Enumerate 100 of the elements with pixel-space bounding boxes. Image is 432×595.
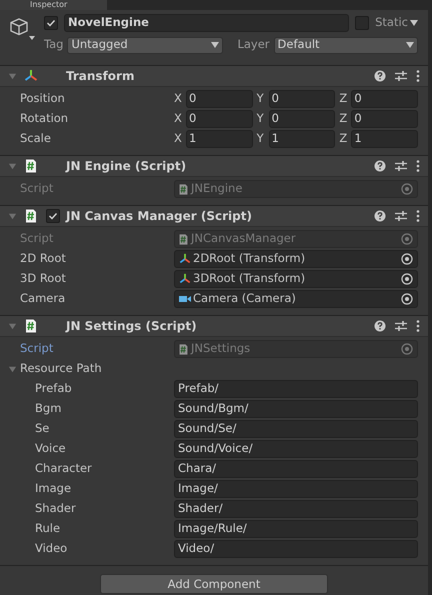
more-icon[interactable] bbox=[416, 210, 420, 222]
component-title: JN Engine (Script) bbox=[64, 158, 188, 175]
number-field[interactable]: 1 bbox=[186, 130, 253, 148]
field-label: 3D Root bbox=[20, 270, 66, 288]
field-label: Rotation bbox=[20, 110, 68, 128]
component-header[interactable]: JN Canvas Manager (Script) bbox=[0, 205, 428, 227]
field-label: Position bbox=[20, 90, 65, 108]
axis-label: X bbox=[174, 110, 183, 128]
component-title: JN Settings (Script) bbox=[64, 318, 198, 335]
script-icon bbox=[178, 184, 189, 194]
more-icon[interactable] bbox=[416, 160, 420, 172]
text-field[interactable]: Video/ bbox=[174, 540, 418, 558]
field-label: Video bbox=[35, 540, 68, 558]
axis-label: X bbox=[174, 130, 183, 148]
add-component-button[interactable]: Add Component bbox=[100, 574, 328, 594]
axis-label: Z bbox=[339, 130, 348, 148]
tag-dropdown[interactable]: Untagged bbox=[67, 36, 224, 54]
script-icon bbox=[24, 159, 38, 173]
enable-checkbox[interactable] bbox=[46, 209, 60, 223]
component-header[interactable]: Transform bbox=[0, 65, 428, 87]
number-field[interactable]: 0 bbox=[268, 110, 336, 128]
field-label: Se bbox=[35, 420, 50, 438]
script-icon bbox=[24, 319, 38, 333]
inspector-tab[interactable]: Inspector bbox=[0, 0, 108, 10]
dropdown-arrow-icon bbox=[211, 42, 220, 48]
text-field[interactable]: Shader/ bbox=[174, 500, 418, 518]
axis-label: Y bbox=[256, 90, 265, 108]
help-icon[interactable] bbox=[374, 160, 386, 172]
help-icon[interactable] bbox=[374, 210, 386, 222]
checkmark-icon bbox=[46, 18, 56, 28]
axis-label: Z bbox=[339, 90, 348, 108]
component-title: JN Canvas Manager (Script) bbox=[64, 208, 253, 225]
dropdown-arrow-icon bbox=[410, 20, 418, 26]
number-field[interactable]: 0 bbox=[351, 110, 418, 128]
script-field: JNCanvasManager bbox=[174, 230, 418, 248]
help-icon[interactable] bbox=[374, 320, 386, 332]
text-field[interactable]: Sound/Se/ bbox=[174, 420, 418, 438]
field-label: Scale bbox=[20, 130, 51, 148]
help-icon[interactable] bbox=[374, 70, 386, 82]
field-label: Bgm bbox=[35, 400, 62, 418]
active-checkbox[interactable] bbox=[44, 16, 58, 30]
object-picker-icon[interactable] bbox=[401, 253, 413, 265]
axis-label: Z bbox=[339, 110, 348, 128]
object-field[interactable]: 3DRoot (Transform) bbox=[174, 270, 418, 288]
field-label: Camera bbox=[20, 290, 66, 308]
object-field[interactable]: Camera (Camera) bbox=[174, 290, 418, 308]
text-field[interactable]: Chara/ bbox=[174, 460, 418, 478]
sliders-icon[interactable] bbox=[395, 210, 407, 222]
text-field[interactable]: Sound/Bgm/ bbox=[174, 400, 418, 418]
object-field[interactable]: 2DRoot (Transform) bbox=[174, 250, 418, 268]
field-label: Prefab bbox=[35, 380, 72, 398]
sliders-icon[interactable] bbox=[395, 320, 407, 332]
dropdown-arrow-icon bbox=[406, 42, 414, 48]
component-header[interactable]: JN Settings (Script) bbox=[0, 315, 428, 337]
script-icon bbox=[178, 234, 189, 244]
field-label: Script bbox=[20, 340, 54, 358]
tag-label: Tag bbox=[44, 36, 64, 54]
object-name-field[interactable]: NovelEngine bbox=[64, 14, 350, 32]
field-label: Rule bbox=[35, 520, 60, 538]
number-field[interactable]: 0 bbox=[186, 110, 253, 128]
more-icon[interactable] bbox=[416, 70, 420, 82]
number-field[interactable]: 0 bbox=[186, 90, 253, 108]
script-field: JNSettings bbox=[174, 340, 418, 358]
static-dropdown[interactable]: Static bbox=[375, 14, 418, 32]
camera-icon bbox=[179, 294, 191, 304]
field-label: 2D Root bbox=[20, 250, 66, 268]
axes-icon bbox=[179, 273, 191, 285]
field-label: Script bbox=[20, 180, 54, 198]
component-header[interactable]: JN Engine (Script) bbox=[0, 155, 428, 177]
axis-label: Y bbox=[256, 110, 265, 128]
sliders-icon[interactable] bbox=[395, 70, 407, 82]
field-label: Image bbox=[35, 480, 72, 498]
field-label: Character bbox=[35, 460, 92, 478]
sliders-icon[interactable] bbox=[395, 160, 407, 172]
number-field[interactable]: 0 bbox=[351, 90, 418, 108]
number-field[interactable]: 0 bbox=[268, 90, 336, 108]
component-title: Transform bbox=[65, 68, 136, 85]
foldout-label[interactable]: Resource Path bbox=[20, 360, 102, 378]
script-icon bbox=[178, 344, 189, 354]
object-picker-icon[interactable] bbox=[401, 293, 413, 305]
text-field[interactable]: Sound/Voice/ bbox=[174, 440, 418, 458]
text-field[interactable]: Prefab/ bbox=[174, 380, 418, 398]
text-field[interactable]: Image/Rule/ bbox=[174, 520, 418, 538]
field-label: Shader bbox=[35, 500, 76, 518]
number-field[interactable]: 1 bbox=[351, 130, 418, 148]
axis-label: X bbox=[174, 90, 183, 108]
layer-dropdown[interactable]: Default bbox=[274, 36, 418, 54]
field-label: Voice bbox=[35, 440, 66, 458]
more-icon[interactable] bbox=[416, 320, 420, 332]
layer-label: Layer bbox=[237, 36, 270, 54]
checkmark-icon bbox=[48, 211, 58, 221]
script-icon bbox=[24, 209, 38, 223]
static-checkbox[interactable] bbox=[355, 16, 370, 30]
script-field: JNEngine bbox=[174, 180, 418, 198]
number-field[interactable]: 1 bbox=[268, 130, 336, 148]
axis-label: Y bbox=[256, 130, 265, 148]
field-label: Script bbox=[20, 230, 54, 248]
object-picker-icon[interactable] bbox=[401, 273, 413, 285]
axes-icon bbox=[179, 253, 191, 265]
text-field[interactable]: Image/ bbox=[174, 480, 418, 498]
